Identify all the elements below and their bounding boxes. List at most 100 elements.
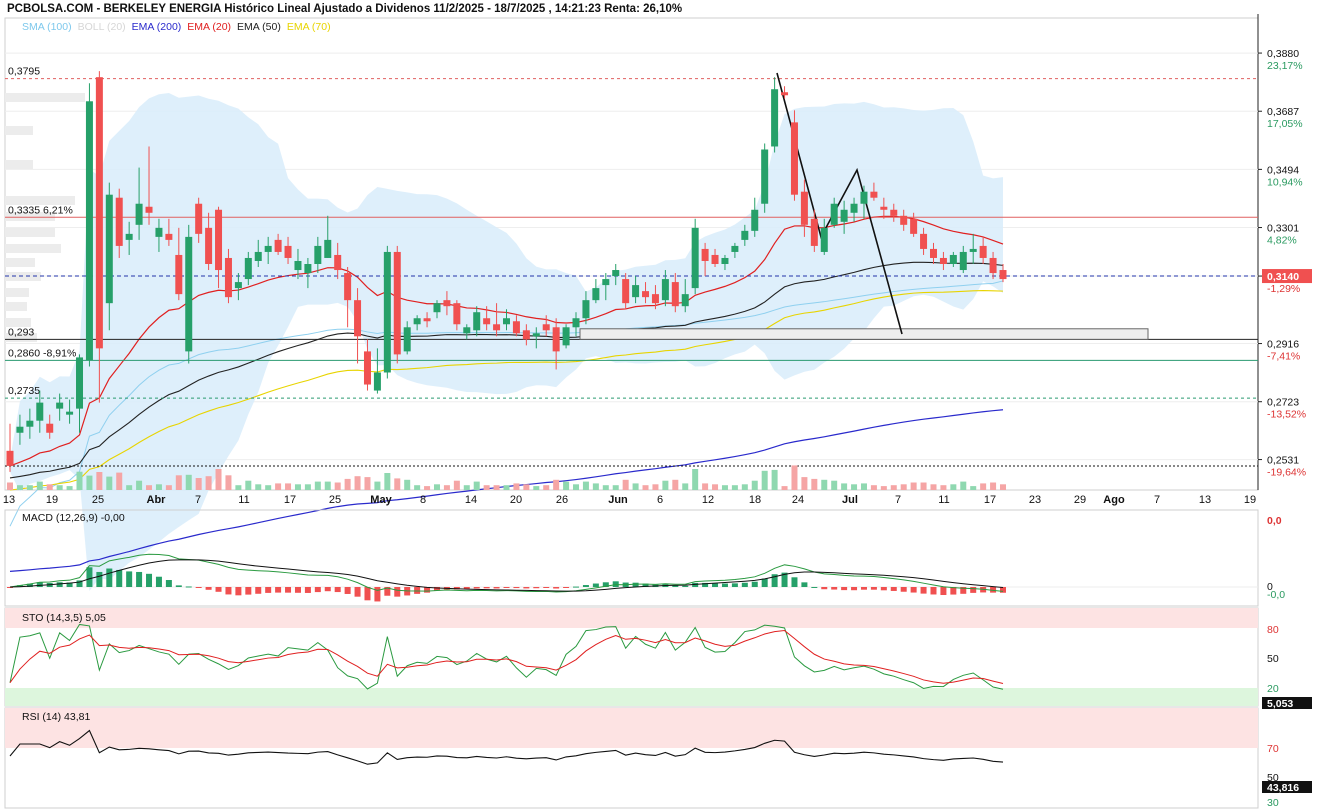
volume-bar — [582, 481, 589, 490]
volume-profile-bar — [5, 160, 33, 169]
candle-body — [284, 245, 292, 258]
x-axis-label: 19 — [1244, 494, 1256, 506]
candle-body — [731, 245, 739, 252]
x-axis-label: 20 — [510, 494, 522, 506]
volume-bar — [513, 483, 520, 490]
macd-histogram-bar — [265, 587, 272, 593]
candle-body — [512, 321, 520, 334]
chart-canvas: 0,3795 0,3335 6,21% 0,293 0,2860 -8,91% 0,27… — [3, 14, 1312, 809]
volume-profile-bar — [5, 228, 55, 237]
candle-body — [483, 318, 491, 325]
legend-item: SMA (100) — [22, 21, 72, 33]
volume-bar — [970, 486, 977, 490]
candle-body — [185, 236, 193, 352]
volume-bar — [126, 485, 133, 490]
volume-bar — [771, 469, 778, 490]
candle-body — [304, 264, 312, 274]
candle-body — [26, 420, 34, 427]
candle-body — [790, 122, 798, 195]
macd-histogram-bar — [841, 587, 848, 591]
macd-histogram-bar — [195, 587, 202, 588]
macd-histogram-bar — [314, 587, 321, 593]
macd-histogram-bar — [126, 571, 133, 587]
macd-histogram-bar — [831, 587, 838, 590]
candle-body — [741, 230, 749, 240]
candle-body — [602, 279, 610, 286]
volume-bar — [394, 478, 401, 490]
candle-body — [413, 318, 421, 325]
volume-bar — [632, 483, 639, 490]
indicator-legend: SMA (100) BOLL (20) EMA (200) EMA (20) EMA (… — [22, 21, 337, 33]
candle-body — [910, 218, 918, 234]
volume-bar — [175, 475, 182, 490]
candle-body — [622, 279, 630, 304]
volume-bar — [275, 483, 282, 490]
macd-histogram-bar — [513, 587, 520, 589]
volume-bar — [672, 479, 679, 490]
volume-bar — [910, 482, 917, 490]
volume-profile-bar — [5, 288, 29, 297]
macd-label: MACD (12,26,9) -0,00 — [22, 512, 125, 524]
stochastic-k-line — [9, 623, 1004, 690]
macd-histogram-bar — [324, 587, 331, 592]
candle-body — [900, 215, 908, 225]
candle-body — [66, 411, 74, 415]
price-axis-label: 0,2916 — [1267, 339, 1299, 351]
macd-histogram-bar — [582, 585, 589, 587]
volume-bar — [76, 471, 83, 490]
candle-body — [711, 254, 719, 264]
candle-body — [95, 77, 103, 349]
price-axis-percent: 23,17% — [1267, 60, 1303, 72]
volume-bar — [950, 484, 957, 490]
candle-body — [393, 251, 401, 355]
macd-histogram-bar — [533, 587, 540, 589]
x-axis-label: Abr — [147, 494, 167, 506]
macd-histogram-bar — [185, 586, 192, 588]
candle-body — [85, 101, 93, 361]
macd-histogram-bar — [394, 587, 401, 597]
volume-bar — [960, 481, 967, 490]
bollinger-band — [10, 92, 1003, 591]
volume-bar — [7, 482, 13, 490]
volume-bar — [155, 484, 162, 490]
candle-body — [661, 279, 669, 301]
price-axis-percent: -13,52% — [1267, 409, 1306, 421]
candle-body — [175, 254, 183, 295]
macd-histogram-bar — [493, 587, 500, 589]
candle-body — [542, 324, 550, 331]
macd-histogram-bar — [275, 587, 282, 593]
x-axis-label: 11 — [238, 494, 249, 506]
volume-profile-bar — [5, 93, 85, 102]
volume-bar — [433, 484, 440, 490]
macd-histogram-bar — [205, 587, 212, 590]
x-axis-label: 12 — [702, 494, 714, 506]
macd-histogram-bar — [473, 587, 480, 589]
candle-body — [920, 233, 928, 249]
candle-body — [840, 209, 848, 222]
candle-body — [195, 203, 203, 234]
price-axis-label: 0,3301 — [1267, 223, 1299, 235]
macd-histogram-bar — [56, 582, 63, 587]
volume-bar — [533, 486, 540, 490]
macd-histogram-bar — [682, 585, 689, 587]
price-level-label: 0,3335 6,21% — [8, 204, 73, 216]
volume-bar — [741, 484, 748, 490]
macd-histogram-bar — [801, 582, 808, 587]
x-axis-label: 13 — [3, 494, 15, 506]
legend-item: EMA (70) — [286, 21, 331, 33]
candle-body — [582, 300, 590, 319]
legend-item: EMA (50) — [237, 21, 281, 33]
volume-bar — [443, 485, 450, 490]
x-axis-label: 23 — [1029, 494, 1041, 506]
macd-histogram-bar — [364, 587, 371, 601]
volume-bar — [294, 484, 301, 490]
macd-histogram-bar — [86, 567, 93, 587]
macd-histogram-bar — [374, 587, 381, 602]
volume-bar — [364, 477, 371, 490]
candle-body — [949, 254, 957, 264]
volume-bar — [642, 485, 649, 490]
candle-body — [453, 303, 461, 325]
candle-body — [115, 197, 123, 246]
macd-histogram-bar — [175, 585, 182, 587]
volume-bar — [195, 478, 202, 490]
